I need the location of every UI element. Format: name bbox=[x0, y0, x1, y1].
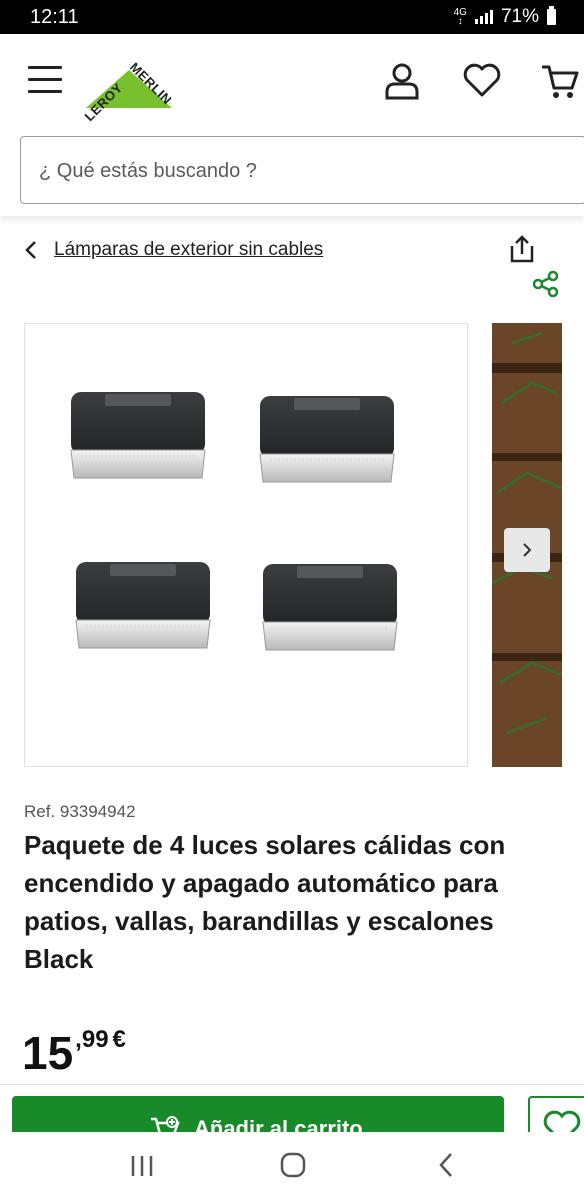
price-currency: € bbox=[112, 1026, 126, 1053]
status-bar: 12:11 4G ↕ 71% bbox=[0, 0, 584, 34]
product-ref: Ref. 93394942 bbox=[24, 802, 136, 821]
chevron-left-icon bbox=[25, 241, 36, 259]
chevron-right-icon bbox=[523, 543, 532, 557]
battery-icon bbox=[547, 6, 556, 25]
menu-icon[interactable] bbox=[28, 66, 62, 94]
battery-percent: 71% bbox=[500, 6, 539, 27]
heart-icon[interactable] bbox=[462, 62, 502, 103]
status-icons: 4G ↕ 71% bbox=[454, 6, 556, 28]
search-input[interactable] bbox=[37, 137, 573, 205]
price-integer: 15 bbox=[22, 1027, 74, 1079]
breadcrumb[interactable]: Lámparas de exterior sin cables bbox=[24, 236, 323, 264]
product-image[interactable] bbox=[24, 323, 468, 767]
product-title: Paquete de 4 luces solares cálidas con e… bbox=[24, 830, 506, 974]
price-decimal: ,99 bbox=[75, 1026, 109, 1053]
search-field[interactable] bbox=[20, 136, 584, 205]
user-icon[interactable] bbox=[384, 62, 420, 105]
logo[interactable]: LEROY MERLIN bbox=[80, 52, 180, 126]
carousel-next-button[interactable] bbox=[504, 528, 550, 572]
site-header: LEROY MERLIN bbox=[0, 34, 584, 216]
breadcrumb-link[interactable]: Lámparas de exterior sin cables bbox=[54, 239, 323, 261]
share-icon[interactable] bbox=[508, 234, 536, 269]
cart-icon[interactable] bbox=[540, 62, 580, 105]
product-price: 15,99 € bbox=[22, 1026, 126, 1080]
network-share-icon[interactable] bbox=[532, 270, 560, 303]
status-time: 12:11 bbox=[30, 6, 79, 28]
signal-icon bbox=[474, 10, 493, 24]
system-nav-bar bbox=[0, 1132, 584, 1200]
back-icon[interactable] bbox=[436, 1152, 456, 1183]
recent-apps-icon[interactable] bbox=[130, 1154, 154, 1183]
network-type-icon: 4G ↕ bbox=[453, 7, 467, 27]
home-icon[interactable] bbox=[280, 1152, 306, 1183]
